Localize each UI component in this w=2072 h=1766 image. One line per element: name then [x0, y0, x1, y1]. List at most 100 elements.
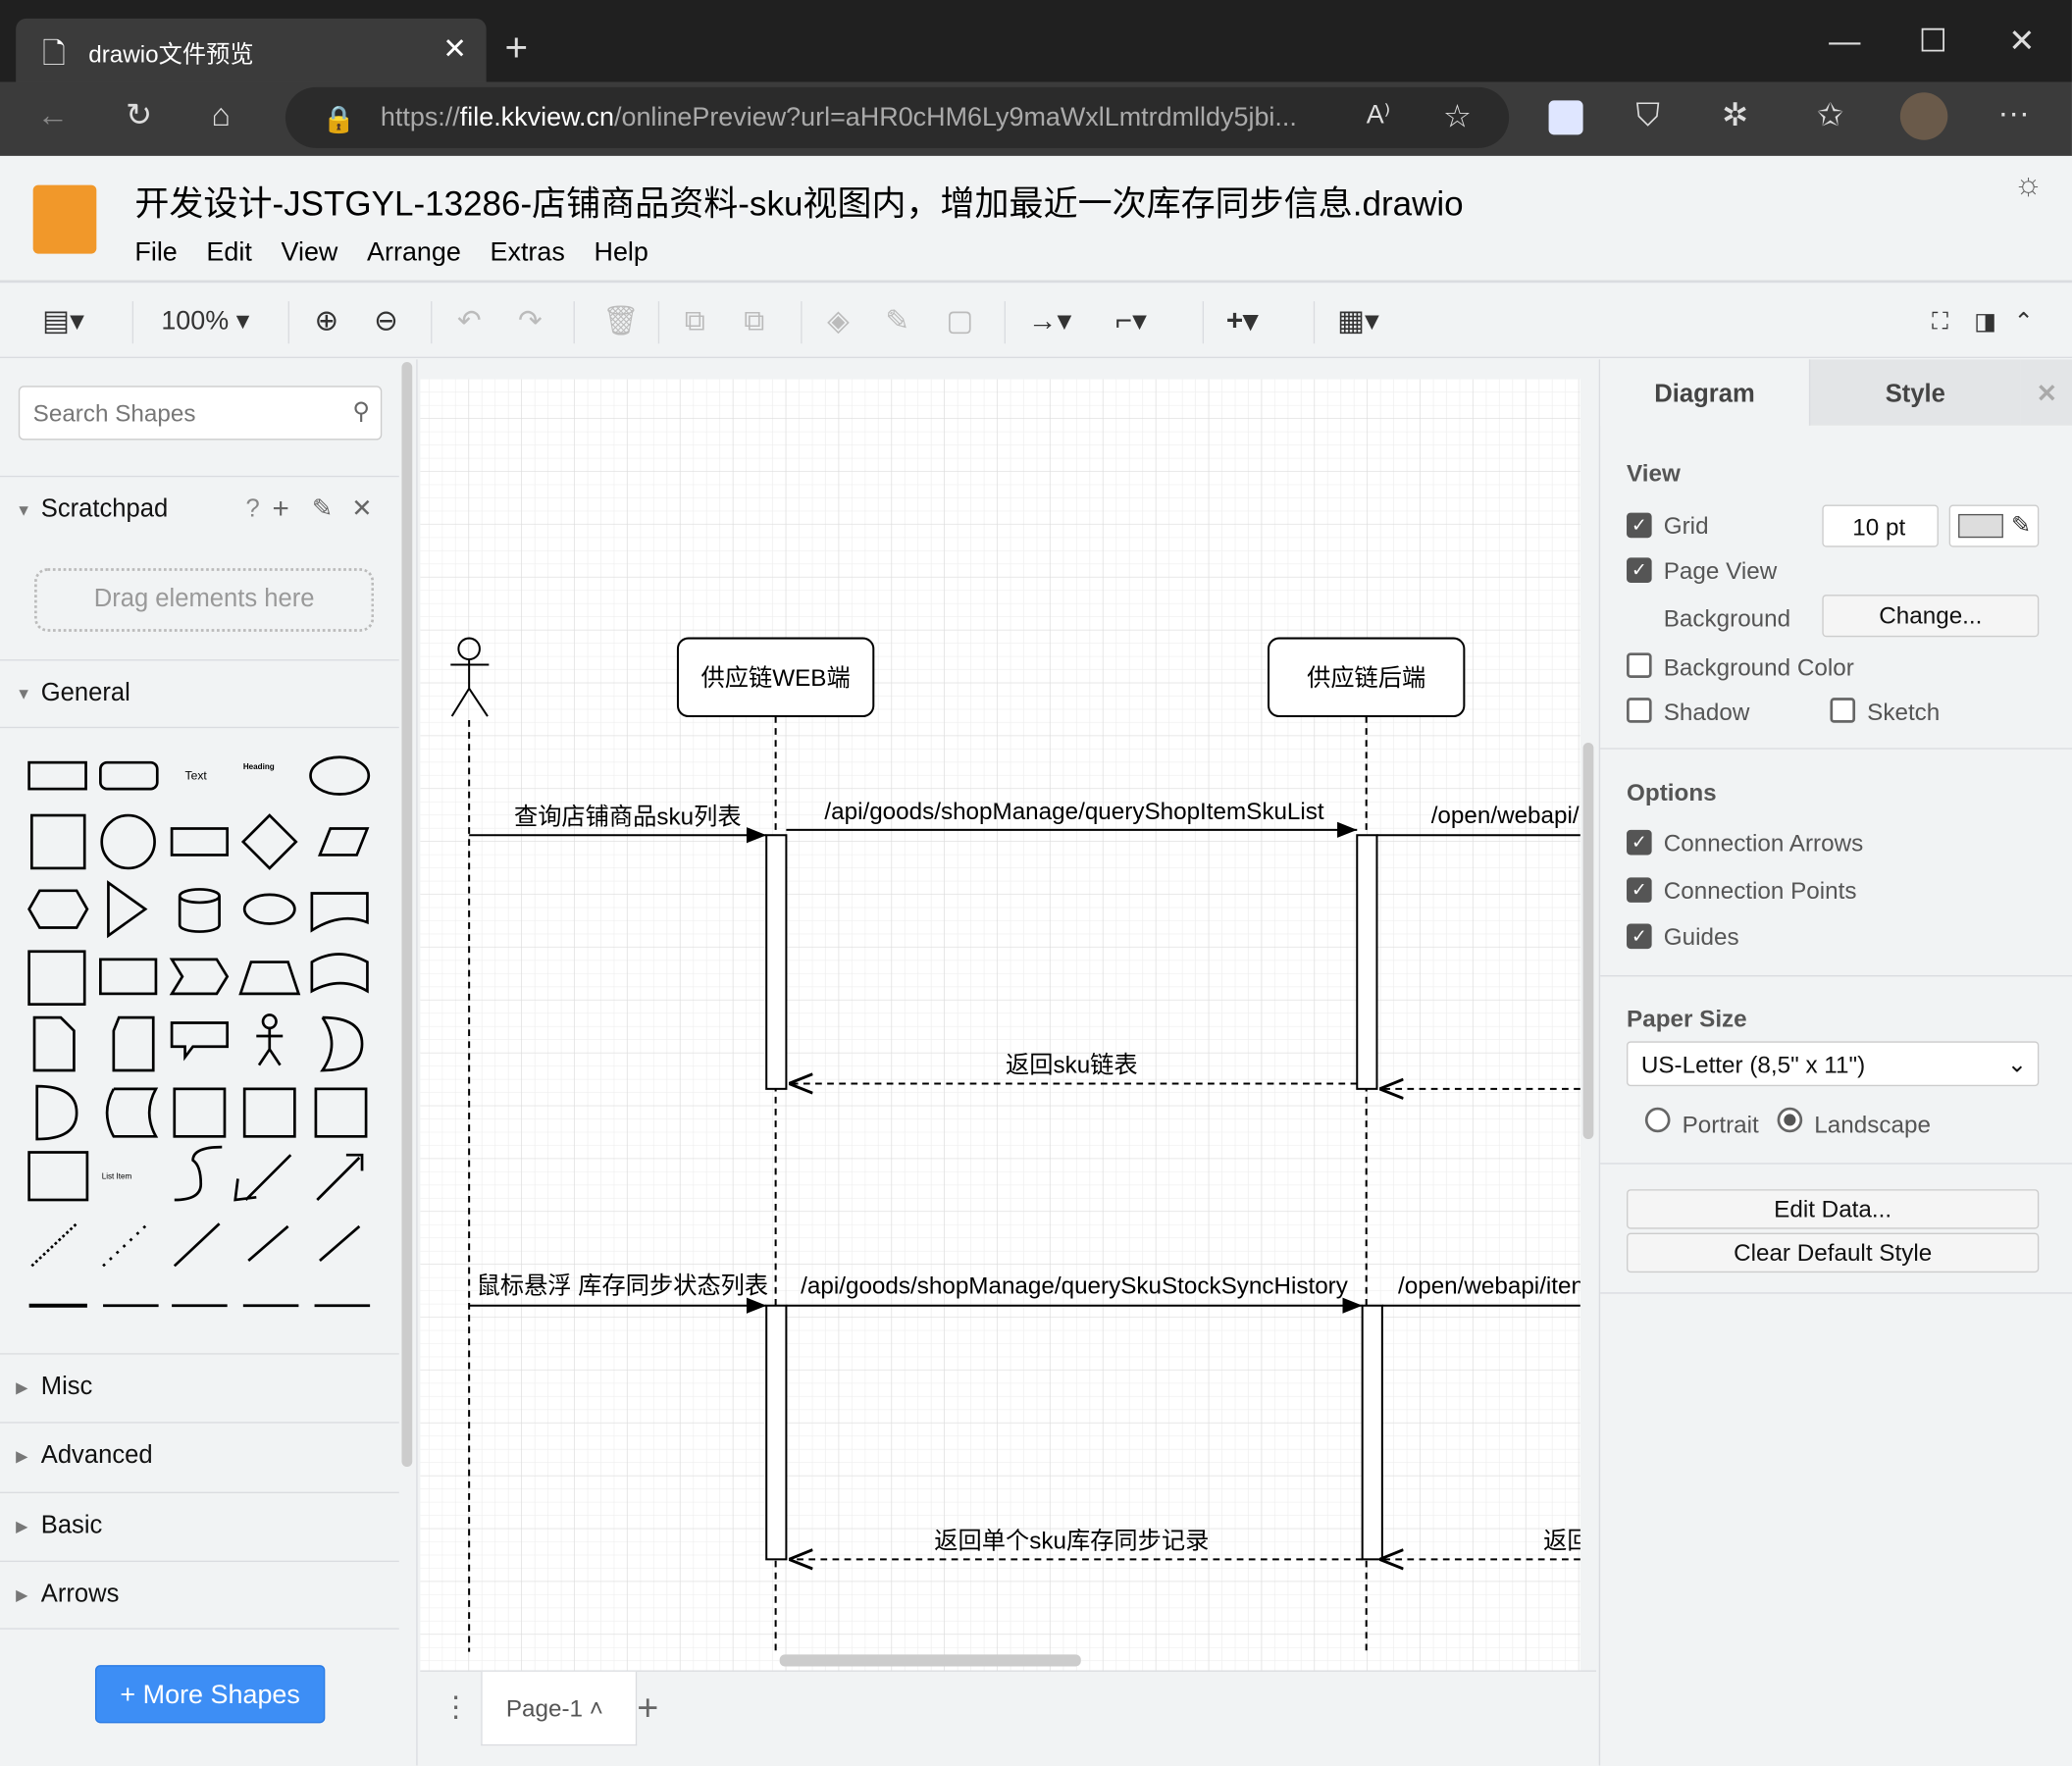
more-menu-icon[interactable]: ··· [1998, 97, 2030, 130]
general-header[interactable]: ▼ General [0, 659, 399, 729]
search-shapes-input[interactable]: Search Shapes ⚲ [18, 386, 383, 441]
shape-cloud[interactable] [242, 893, 296, 925]
redo-icon[interactable]: ↷ [518, 304, 543, 338]
collapse-icon[interactable]: ⌃ [2014, 304, 2034, 338]
shape-rounded-rectangle[interactable] [99, 760, 159, 791]
shape-step[interactable] [169, 958, 230, 996]
shape-diamond[interactable] [240, 813, 298, 870]
page-view-checkbox[interactable]: ✓ [1627, 557, 1652, 583]
page-tab[interactable]: Page-1 ˄ [481, 1671, 638, 1746]
extension-shield-icon[interactable]: ⛉ [1635, 100, 1659, 131]
shadow-icon[interactable]: ▢ [946, 304, 973, 338]
shape-trapezoid[interactable] [238, 961, 301, 996]
basic-section[interactable]: ▶ Basic [0, 1491, 399, 1561]
edit-pencil-icon[interactable]: ✎ [312, 494, 333, 525]
shape-bidirectional-connector[interactable] [247, 1224, 289, 1262]
shape-square[interactable] [29, 813, 86, 870]
shape-internal-storage[interactable] [27, 950, 86, 1006]
portrait-radio[interactable] [1644, 1107, 1671, 1133]
grid-color-button[interactable]: ✎ [1948, 504, 2040, 547]
shape-hexagon[interactable] [27, 889, 89, 929]
shadow-checkbox[interactable] [1627, 698, 1652, 723]
edit-data-button[interactable]: Edit Data... [1627, 1189, 2040, 1229]
shape-delay[interactable] [35, 1084, 78, 1141]
shape-list-item[interactable]: List Item [102, 1171, 132, 1180]
zoom-out-icon[interactable]: ⊖ [374, 304, 398, 338]
scratchpad-dropzone[interactable]: Drag elements here [34, 568, 375, 632]
url-field[interactable]: 🔒 https://file.kkview.cn/onlinePreview?u… [285, 86, 1510, 148]
avatar[interactable] [1899, 92, 1948, 140]
sketch-checkbox[interactable] [1830, 698, 1856, 723]
advanced-section[interactable]: ▶ Advanced [0, 1422, 399, 1490]
activation-web-2[interactable] [765, 1304, 788, 1561]
shape-actor[interactable] [256, 1013, 284, 1066]
shape-rectangle[interactable] [27, 760, 87, 791]
shape-triangle[interactable] [107, 880, 148, 939]
shape-heading[interactable]: Heading [243, 762, 275, 771]
connection-points-checkbox[interactable]: ✓ [1627, 877, 1652, 903]
fill-color-icon[interactable]: ◈ [827, 304, 850, 338]
close-tab-icon[interactable]: ✕ [442, 31, 467, 66]
shape-document[interactable] [310, 892, 369, 933]
undo-icon[interactable]: ↶ [457, 304, 482, 338]
table-icon[interactable]: ▦▾ [1337, 304, 1379, 338]
tab-diagram[interactable]: Diagram [1600, 359, 1809, 426]
sidebar-scrollbar[interactable] [401, 362, 413, 1468]
diagram-canvas[interactable]: 供应链WEB端 供应链后端 查询店铺商品sku列表 /api/goods/sho… [420, 359, 1597, 1671]
horizontal-scrollbar[interactable] [779, 1654, 1081, 1667]
to-front-icon[interactable]: ⧉ [685, 304, 705, 338]
back-icon[interactable]: ← [37, 100, 69, 131]
shape-curve[interactable] [174, 1145, 223, 1202]
menu-edit[interactable]: Edit [206, 237, 251, 268]
shape-container[interactable] [173, 1087, 227, 1138]
to-back-icon[interactable]: ⧉ [744, 304, 764, 338]
more-shapes-button[interactable]: + More Shapes [94, 1665, 326, 1724]
paper-size-select[interactable]: US-Letter (8,5" x 11") ⌄ [1627, 1041, 2040, 1087]
minimize-icon[interactable]: — [1829, 26, 1860, 58]
activation-backend-2[interactable] [1361, 1304, 1383, 1561]
document-title[interactable]: 开发设计-JSTGYL-13286-店铺商品资料-sku视图内，增加最近一次库存… [134, 177, 1463, 226]
scratchpad-header[interactable]: ▼ Scratchpad ? + ✎ ✕ [0, 475, 399, 545]
shape-ellipse[interactable] [309, 755, 371, 796]
shape-parallelogram[interactable] [317, 827, 370, 857]
arrows-section[interactable]: ▶ Arrows [0, 1560, 399, 1630]
help-icon[interactable]: ? [246, 495, 260, 525]
activation-web-1[interactable] [765, 834, 788, 1090]
insert-icon[interactable]: +▾ [1226, 304, 1258, 338]
grid-checkbox[interactable]: ✓ [1627, 512, 1652, 539]
read-aloud-icon[interactable]: A⁾ [1367, 102, 1391, 129]
close-window-icon[interactable]: ✕ [2008, 26, 2035, 58]
tab-style[interactable]: Style [1808, 359, 2021, 426]
toggle-panel-icon[interactable]: ◨ [1974, 304, 1996, 338]
close-icon[interactable]: ✕ [351, 494, 372, 525]
shape-arrow[interactable] [316, 1153, 364, 1201]
waypoints-icon[interactable]: ⌐▾ [1115, 304, 1147, 338]
shape-process[interactable] [170, 827, 230, 857]
change-background-button[interactable]: Change... [1822, 595, 2040, 638]
shape-cube[interactable] [99, 958, 158, 996]
shape-text[interactable]: Text [185, 769, 208, 783]
theme-sun-icon[interactable]: ☼ [2014, 167, 2044, 204]
new-tab-icon[interactable]: + [505, 28, 529, 69]
refresh-icon[interactable]: ↻ [126, 100, 152, 131]
shape-or[interactable] [320, 1015, 364, 1072]
participant-backend[interactable]: 供应链后端 [1268, 637, 1466, 718]
fullscreen-icon[interactable]: ⛶ [1932, 304, 1948, 338]
shape-dashed-line[interactable] [30, 1222, 78, 1268]
extension-bird-icon[interactable] [1548, 100, 1583, 135]
menu-help[interactable]: Help [594, 237, 648, 268]
extensions-puzzle-icon[interactable]: ✲ [1722, 100, 1748, 131]
shape-dotted-line[interactable] [102, 1222, 149, 1268]
favorites-icon[interactable]: ✩ [1817, 100, 1843, 131]
menu-view[interactable]: View [281, 237, 337, 268]
add-page-icon[interactable]: + [637, 1688, 658, 1730]
delete-icon[interactable]: 🗑 [602, 304, 640, 338]
background-color-checkbox[interactable] [1627, 652, 1652, 678]
misc-section[interactable]: ▶ Misc [0, 1353, 399, 1422]
shape-note[interactable] [32, 1015, 76, 1072]
pages-menu-icon[interactable]: ⋮ [441, 1690, 471, 1725]
shape-stored-data[interactable] [105, 1087, 159, 1138]
shape-cylinder[interactable] [178, 888, 221, 933]
search-icon[interactable]: ⚲ [352, 397, 370, 425]
connection-icon[interactable]: →▾ [1028, 304, 1072, 338]
